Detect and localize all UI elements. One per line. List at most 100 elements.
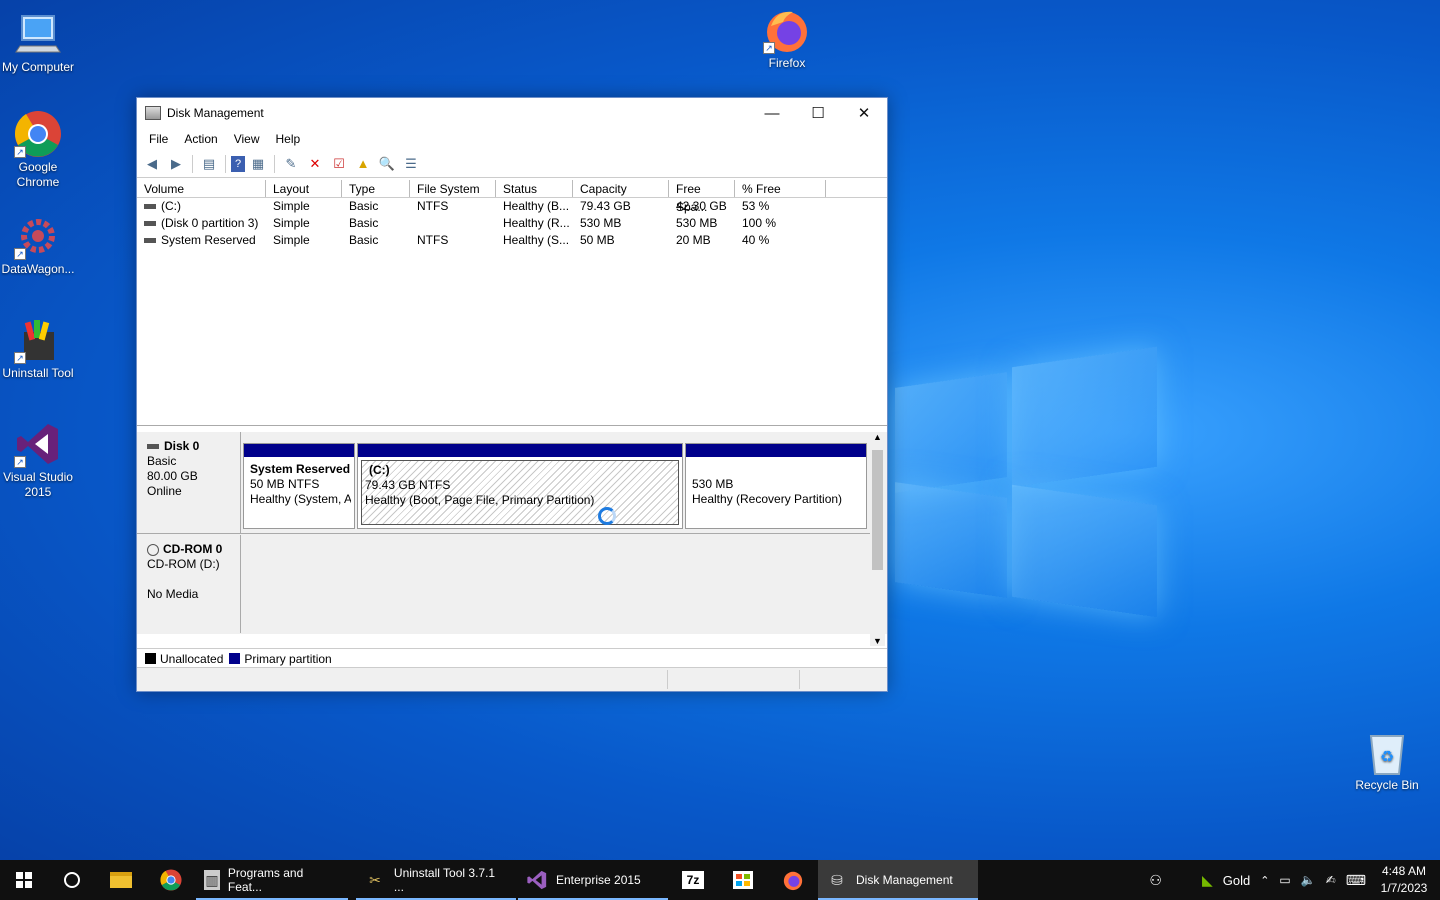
uninstall-tool-icon: ✂ bbox=[369, 871, 381, 888]
volume-icon bbox=[144, 204, 156, 210]
shortcut-arrow-icon: ↗ bbox=[14, 248, 26, 260]
title-bar[interactable]: Disk Management — ☐ ✕ bbox=[137, 98, 887, 128]
chrome-icon: ↗ bbox=[14, 110, 62, 158]
partition-system-reserved[interactable]: System Reserved 50 MB NTFS Healthy (Syst… bbox=[243, 443, 355, 529]
taskbar-programs-and-features[interactable]: ▥ Programs and Feat... bbox=[196, 860, 348, 900]
list-view-icon[interactable]: ☰ bbox=[400, 153, 422, 175]
forward-arrow-icon[interactable]: ▶ bbox=[165, 153, 187, 175]
cortana-circle-icon bbox=[64, 872, 80, 888]
scroll-down-icon[interactable]: ▼ bbox=[870, 636, 885, 646]
menu-help[interactable]: Help bbox=[268, 132, 309, 146]
close-button[interactable]: ✕ bbox=[841, 98, 887, 128]
col-volume[interactable]: Volume bbox=[137, 180, 266, 197]
visual-studio-icon bbox=[527, 870, 547, 890]
taskbar-chrome[interactable] bbox=[146, 860, 196, 900]
visual-studio-icon: ↗ bbox=[14, 420, 62, 468]
col-file-system[interactable]: File System bbox=[410, 180, 496, 197]
desktop-icon-visual-studio[interactable]: ↗ Visual Studio 2015 bbox=[0, 420, 76, 500]
taskbar-firefox[interactable] bbox=[768, 860, 818, 900]
pen-icon[interactable]: ✍ bbox=[1326, 873, 1336, 887]
maximize-button[interactable]: ☐ bbox=[795, 98, 841, 128]
chevron-up-icon[interactable]: ⌃ bbox=[1260, 874, 1269, 887]
menu-view[interactable]: View bbox=[226, 132, 268, 146]
desktop-icon-recycle-bin[interactable]: ♻ Recycle Bin bbox=[1349, 728, 1425, 793]
folder-search-icon[interactable]: 🔍 bbox=[376, 153, 398, 175]
desktop-icon-firefox[interactable]: ↗ Firefox bbox=[749, 6, 825, 71]
primary-partition-swatch bbox=[229, 653, 241, 664]
cdrom-0-label[interactable]: CD-ROM 0 CD-ROM (D:) No Media bbox=[139, 535, 241, 633]
taskbar-7zip[interactable]: 7z bbox=[668, 860, 718, 900]
volume-icon[interactable]: 🔈 bbox=[1301, 873, 1316, 887]
connect-icon[interactable]: ✎ bbox=[280, 153, 302, 175]
taskbar-file-explorer[interactable] bbox=[96, 860, 146, 900]
back-arrow-icon[interactable]: ◀ bbox=[141, 153, 163, 175]
col-capacity[interactable]: Capacity bbox=[573, 180, 669, 197]
volume-list-header: Volume Layout Type File System Status Ca… bbox=[137, 180, 887, 214]
partition-c-drive[interactable]: (C:) 79.43 GB NTFS Healthy (Boot, Page F… bbox=[357, 443, 683, 529]
taskbar: ▥ Programs and Feat... ✂ Uninstall Tool … bbox=[0, 860, 1440, 900]
scroll-thumb[interactable] bbox=[872, 450, 883, 570]
menu-action[interactable]: Action bbox=[176, 132, 225, 146]
folder-up-icon[interactable]: ▲ bbox=[352, 153, 374, 175]
tray-label[interactable]: Gold bbox=[1223, 873, 1250, 888]
7zip-icon: 7z bbox=[682, 871, 704, 889]
legend: Unallocated Primary partition bbox=[137, 648, 887, 668]
taskbar-disk-management[interactable]: ⛁ Disk Management bbox=[818, 860, 978, 900]
people-icon[interactable]: ⚇ bbox=[1149, 872, 1162, 889]
network-icon[interactable]: ▭ bbox=[1279, 873, 1290, 887]
col-layout[interactable]: Layout bbox=[266, 180, 342, 197]
window-title: Disk Management bbox=[167, 106, 264, 120]
desktop-icon-google-chrome[interactable]: ↗ Google Chrome bbox=[0, 110, 76, 190]
table-row[interactable]: System Reserved Simple Basic NTFS Health… bbox=[137, 232, 887, 249]
desktop-icon-my-computer[interactable]: My Computer bbox=[0, 10, 76, 75]
datawagon-icon: ↗ bbox=[14, 212, 62, 260]
vertical-scrollbar[interactable]: ▲ ▼ bbox=[870, 432, 885, 646]
menu-bar: File Action View Help bbox=[137, 128, 887, 150]
recycle-bin-icon: ♻ bbox=[1363, 728, 1411, 776]
help-icon[interactable]: ? bbox=[231, 155, 245, 172]
disk-management-icon: ⛁ bbox=[831, 871, 843, 888]
folder-icon bbox=[110, 872, 132, 888]
minimize-button[interactable]: — bbox=[749, 98, 795, 128]
firefox-icon bbox=[783, 871, 803, 891]
nvidia-icon[interactable]: ◣ bbox=[1202, 872, 1213, 889]
shortcut-arrow-icon: ↗ bbox=[14, 456, 26, 468]
status-bar bbox=[137, 667, 887, 691]
clock[interactable]: 4:48 AM 1/7/2023 bbox=[1376, 863, 1432, 897]
disk-graphical-view: Disk 0 Basic 80.00 GB Online System Rese… bbox=[137, 432, 887, 634]
taskbar-uninstall-tool[interactable]: ✂ Uninstall Tool 3.7.1 ... bbox=[356, 860, 516, 900]
uninstall-tool-icon: ↗ bbox=[14, 316, 62, 364]
col-status[interactable]: Status bbox=[496, 180, 573, 197]
keyboard-icon[interactable]: ⌨ bbox=[1346, 872, 1366, 889]
disk-drive-icon bbox=[147, 444, 159, 450]
desktop-icon-uninstall-tool[interactable]: ↗ Uninstall Tool bbox=[0, 316, 76, 381]
scroll-up-icon[interactable]: ▲ bbox=[870, 432, 885, 442]
volume-list: Volume Layout Type File System Status Ca… bbox=[137, 180, 887, 426]
search-button[interactable] bbox=[48, 860, 96, 900]
properties-icon[interactable]: ▦ bbox=[247, 153, 269, 175]
desktop-icon-datawagon[interactable]: ↗ DataWagon... bbox=[0, 212, 76, 277]
disk-0-label[interactable]: Disk 0 Basic 80.00 GB Online bbox=[139, 432, 241, 533]
show-hide-console-tree-icon[interactable]: ▤ bbox=[198, 153, 220, 175]
partition-recovery[interactable]: 530 MB Healthy (Recovery Partition) bbox=[685, 443, 867, 529]
shortcut-arrow-icon: ↗ bbox=[14, 146, 26, 158]
svg-text:♻: ♻ bbox=[1380, 749, 1394, 766]
taskbar-store[interactable] bbox=[718, 860, 768, 900]
busy-cursor-icon bbox=[598, 507, 616, 525]
menu-file[interactable]: File bbox=[141, 132, 176, 146]
start-button[interactable] bbox=[0, 860, 48, 900]
windows-start-icon bbox=[16, 872, 32, 888]
col-percent-free[interactable]: % Free bbox=[735, 180, 826, 197]
col-type[interactable]: Type bbox=[342, 180, 410, 197]
taskbar-visual-studio[interactable]: Enterprise 2015 bbox=[518, 860, 668, 900]
windows-wallpaper-logo bbox=[895, 345, 1157, 618]
disk-management-icon bbox=[145, 106, 161, 120]
shortcut-arrow-icon: ↗ bbox=[763, 42, 775, 54]
shortcut-arrow-icon: ↗ bbox=[14, 352, 26, 364]
table-row[interactable]: (C:) Simple Basic NTFS Healthy (B... 79.… bbox=[137, 198, 887, 215]
table-row[interactable]: (Disk 0 partition 3) Simple Basic Health… bbox=[137, 215, 887, 232]
unallocated-swatch bbox=[145, 653, 156, 664]
col-free-space[interactable]: Free Spa... bbox=[669, 180, 735, 214]
delete-icon[interactable]: ✕ bbox=[304, 153, 326, 175]
check-icon[interactable]: ☑ bbox=[328, 153, 350, 175]
